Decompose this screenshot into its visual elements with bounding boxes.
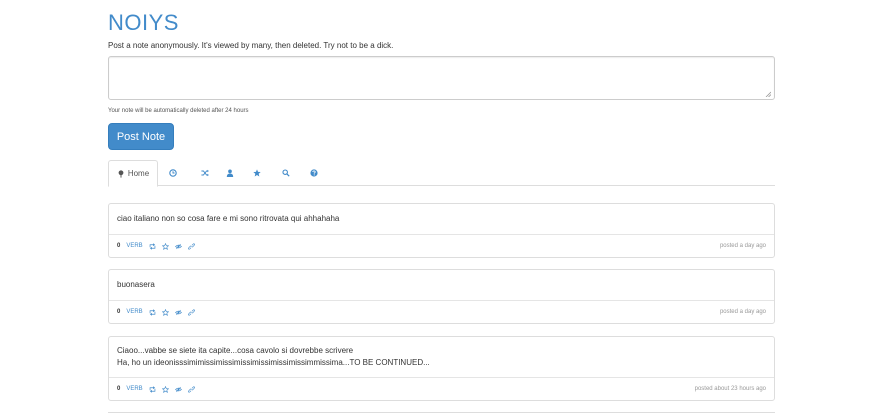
user-icon [226,169,234,177]
verb-link[interactable]: VERB [126,243,142,249]
pushpin-icon [118,169,124,178]
permalink-button[interactable] [187,308,195,316]
auto-delete-note: Your note will be automatically deleted … [108,108,249,114]
tab-favorites[interactable] [246,160,268,186]
posted-time: posted a day ago [719,309,766,315]
note-footer: 0 VERB posted about 23 hours ago [109,377,774,400]
star-icon [253,169,261,177]
search-icon [282,169,290,177]
note-footer: 0 VERB posted a day ago [109,300,774,323]
note-text: ciao italiano non so cosa fare e mi sono… [117,214,340,223]
star-outline-icon [161,308,169,316]
star-outline-icon [161,242,169,250]
resize-grip-icon[interactable] [765,91,771,97]
tab-home[interactable]: Home [108,160,158,187]
note-card: buonasera 0 VERB posted a day ago [108,269,775,324]
mute-button[interactable] [174,309,182,316]
link-icon [187,308,195,316]
vote-count: 0 [117,309,121,315]
note-body: buonasera [109,270,774,300]
retweet-icon [149,308,155,316]
mute-button[interactable] [174,386,182,393]
brand-title[interactable]: NOIYS [108,10,179,36]
clock-icon [169,169,177,177]
tab-help[interactable] [303,160,325,186]
permalink-button[interactable] [187,242,195,250]
note-input[interactable] [108,56,775,100]
tab-random[interactable] [194,160,216,186]
vote-count: 0 [117,243,121,249]
note-footer: 0 VERB posted a day ago [109,234,774,257]
note-card: Ciaoo...vabbe se siete ita capite...cosa… [108,336,775,401]
note-text: buonasera [117,280,155,289]
question-icon [310,169,318,177]
retweet-button[interactable] [149,308,156,316]
eye-slash-icon [174,243,182,249]
eye-slash-icon [174,386,182,392]
retweet-icon [149,385,155,393]
link-icon [187,242,195,250]
verb-link[interactable]: VERB [126,386,142,392]
verb-link[interactable]: VERB [126,309,142,315]
retweet-icon [149,242,155,250]
note-body: Ciaoo...vabbe se siete ita capite...cosa… [109,337,774,377]
retweet-button[interactable] [149,242,156,250]
tab-recent[interactable] [162,160,184,186]
tab-search[interactable] [275,160,297,186]
nav-tabs: Home [108,160,775,187]
note-text-line: Ciaoo...vabbe se siete ita capite...cosa… [117,346,354,355]
posted-time: posted a day ago [719,243,766,249]
tagline: Post a note anonymously. It's viewed by … [108,41,394,50]
posted-time: posted about 23 hours ago [694,386,766,392]
favorite-button[interactable] [161,308,169,316]
post-note-button[interactable]: Post Note [108,123,174,150]
note-text-line: Ha, ho un ideonisssimimissimissimissimis… [117,358,430,367]
vote-count: 0 [117,386,121,392]
link-icon [187,385,195,393]
star-outline-icon [161,385,169,393]
favorite-button[interactable] [161,385,169,393]
favorite-button[interactable] [161,242,169,250]
mute-button[interactable] [174,243,182,250]
tab-home-label: Home [127,169,150,178]
retweet-button[interactable] [149,385,156,393]
permalink-button[interactable] [187,385,195,393]
shuffle-icon [201,169,209,177]
note-body: ciao italiano non so cosa fare e mi sono… [109,204,774,234]
eye-slash-icon [174,309,182,315]
tab-mine[interactable] [219,160,241,186]
note-card: ciao italiano non so cosa fare e mi sono… [108,203,775,258]
